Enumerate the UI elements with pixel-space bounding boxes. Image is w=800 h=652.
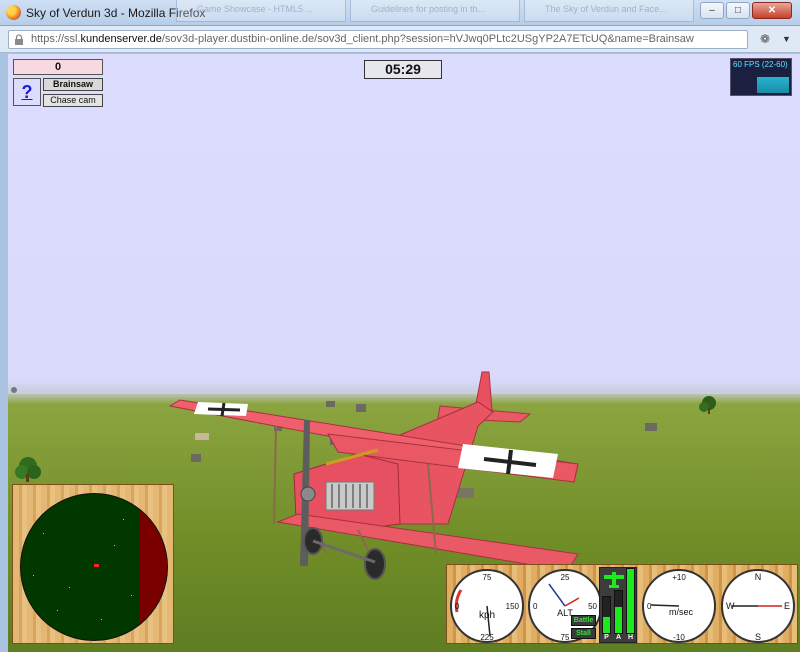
- instrument-panel: 75 0 150 225 kph 25 0 50 75 ALT Battle S…: [446, 564, 798, 644]
- svg-text:S: S: [755, 632, 761, 642]
- firefox-logo-icon: [6, 5, 21, 20]
- radar-panel: [12, 484, 174, 644]
- url-text: https://ssl.kundenserver.de/sov3d-player…: [31, 33, 694, 45]
- help-button[interactable]: ?: [13, 78, 41, 106]
- player-blip: [94, 564, 99, 567]
- bar-a-fill: [615, 606, 622, 633]
- maximize-button[interactable]: □: [726, 2, 750, 19]
- stall-indicator: Stall: [571, 628, 596, 639]
- bar-a-label: A: [615, 634, 622, 641]
- background-tab[interactable]: The Sky of Verdun and Face...: [524, 0, 694, 22]
- bar-p-fill: [603, 616, 610, 633]
- lock-icon: [15, 34, 23, 45]
- bar-p: [602, 596, 611, 634]
- plane-status-icon: [604, 572, 624, 588]
- radar-scope: [20, 493, 168, 641]
- svg-text:m/sec: m/sec: [669, 607, 694, 617]
- svg-text:50: 50: [588, 602, 597, 611]
- window-controls: – □ ✕: [700, 2, 792, 19]
- svg-text:225: 225: [480, 633, 494, 642]
- svg-text:+10: +10: [672, 573, 686, 582]
- game-viewport[interactable]: 0 ? Brainsaw Chase cam 05:29 60 FPS (22-…: [8, 54, 800, 652]
- browser-window: Sky of Verdun 3d - Mozilla Firefox Game …: [0, 0, 800, 652]
- svg-text:kph: kph: [479, 610, 495, 621]
- svg-text:150: 150: [506, 602, 520, 611]
- svg-text:0: 0: [533, 602, 538, 611]
- match-timer: 05:29: [364, 60, 442, 79]
- status-bars: P A H: [599, 567, 637, 643]
- svg-text:W: W: [726, 601, 735, 611]
- iron-cross-left: [194, 402, 248, 417]
- bar-a: [614, 590, 623, 634]
- svg-text:75: 75: [561, 633, 570, 642]
- compass: N W E S: [721, 569, 795, 643]
- svg-text:0: 0: [455, 602, 460, 611]
- title-bar: Sky of Verdun 3d - Mozilla Firefox Game …: [0, 0, 800, 26]
- fps-text: 60 FPS (22-60): [733, 60, 788, 69]
- fps-meter: 60 FPS (22-60): [730, 58, 792, 96]
- bar-h-label: H: [627, 634, 634, 641]
- variometer: +10 0 -10 m/sec: [642, 569, 716, 643]
- score-display: 0: [13, 59, 103, 75]
- navigation-bar: https://ssl.kundenserver.de/sov3d-player…: [0, 26, 800, 53]
- bar-h: [626, 568, 635, 634]
- close-button[interactable]: ✕: [752, 2, 792, 19]
- fps-graph: [757, 77, 789, 93]
- background-tabs: Game Showcase - HTML5 ... Guidelines for…: [176, 0, 694, 22]
- svg-text:75: 75: [483, 573, 492, 582]
- battle-toggle[interactable]: Battle: [571, 615, 596, 626]
- player-name-button[interactable]: Brainsaw: [43, 78, 103, 91]
- bar-h-fill: [627, 569, 634, 633]
- svg-text:E: E: [784, 601, 790, 611]
- url-field[interactable]: https://ssl.kundenserver.de/sov3d-player…: [8, 30, 748, 49]
- iron-cross-right: [458, 444, 558, 478]
- chevron-down-icon[interactable]: ▼: [782, 34, 791, 44]
- svg-text:-10: -10: [673, 633, 685, 642]
- svg-text:25: 25: [561, 573, 570, 582]
- speedometer: 75 0 150 225 kph: [450, 569, 524, 643]
- background-tab[interactable]: Guidelines for posting in th...: [350, 0, 520, 22]
- svg-text:0: 0: [647, 602, 652, 611]
- camera-mode-button[interactable]: Chase cam: [43, 94, 103, 107]
- plugin-icon[interactable]: ❁: [760, 33, 774, 45]
- svg-text:N: N: [755, 572, 762, 582]
- bar-p-label: P: [604, 634, 609, 641]
- background-tab[interactable]: Game Showcase - HTML5 ...: [176, 0, 346, 22]
- minimize-button[interactable]: –: [700, 2, 724, 19]
